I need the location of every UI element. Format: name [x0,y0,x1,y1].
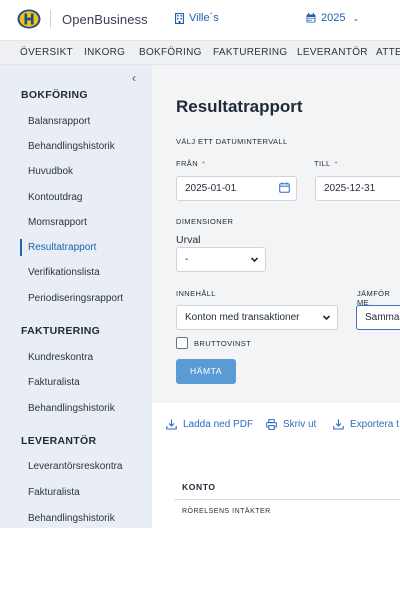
compare-select[interactable]: Samma [356,305,400,330]
sidebar-item-verifikationslista[interactable]: Verifikationslista [28,267,100,278]
sidebar-item-periodiseringsrapport[interactable]: Periodiseringsrapport [28,293,123,304]
sidebar-item-balansrapport[interactable]: Balansrapport [28,116,90,127]
urval-select[interactable]: - [176,247,266,272]
sidebar-item-momsrapport[interactable]: Momsrapport [28,217,87,228]
nav-item-oversikt[interactable]: ÖVERSIKT [20,47,73,58]
header-divider [50,10,51,28]
sidebar-item-behandlingshistorik-lev[interactable]: Behandlingshistorik [28,513,115,524]
to-label: TILL * [314,159,338,168]
sidebar-item-leverantorsreskontra[interactable]: Leverantörsreskontra [28,461,123,472]
year-selector[interactable]: 2025 ⌄ [306,12,359,24]
main-content: Resultatrapport VÄLJ ETT DATUMINTERVALL … [152,65,400,528]
report-form: Resultatrapport VÄLJ ETT DATUMINTERVALL … [152,65,400,397]
chevron-down-icon [322,315,331,321]
sidebar-section-fakturering: FAKTURERING [21,325,101,337]
sidebar-section-leverantor: LEVERANTÖR [21,435,97,447]
download-pdf-label: Ladda ned PDF [183,419,254,430]
to-date-value: 2025-12-31 [324,183,376,194]
export-link[interactable]: Exportera t [333,419,399,430]
nav-item-attest[interactable]: ATTES [376,47,400,58]
nav-item-fakturering[interactable]: FAKTURERING [213,47,287,58]
download-icon [166,419,177,430]
page-title: Resultatrapport [176,97,303,116]
collapse-sidebar-icon[interactable]: ‹ [132,71,136,85]
column-header-konto[interactable]: KONTO [182,482,216,492]
calendar-icon [306,13,316,23]
date-range-label: VÄLJ ETT DATUMINTERVALL [176,137,288,146]
fetch-button[interactable]: HÄMTA [176,359,236,384]
download-icon [333,419,344,430]
from-date-input[interactable]: 2025-01-01 [176,176,297,201]
from-date-value: 2025-01-01 [185,183,237,194]
sidebar-item-kundreskontra[interactable]: Kundreskontra [28,352,93,363]
print-label: Skriv ut [283,419,317,430]
download-pdf-link[interactable]: Ladda ned PDF [166,419,253,430]
sidebar-item-fakturalista-lev[interactable]: Fakturalista [28,487,80,498]
active-indicator [20,239,22,256]
chevron-down-icon: ⌄ [352,13,360,23]
sidebar-item-kontoutdrag[interactable]: Kontoutdrag [28,192,83,203]
sidebar-section-bokforing: BOKFÖRING [21,89,88,101]
sidebar-item-behandlingshistorik[interactable]: Behandlingshistorik [28,141,115,152]
year-value: 2025 [321,12,346,24]
chevron-down-icon [250,257,259,263]
urval-label: Urval [176,234,201,246]
urval-value: - [185,254,189,265]
brand-name: OpenBusiness [62,12,148,27]
building-icon [175,12,184,24]
nav-item-inkorg[interactable]: INKORG [84,47,125,58]
compare-value: Samma [365,312,400,323]
sidebar-item-resultatrapport[interactable]: Resultatrapport [28,242,96,253]
nav-item-leverantor[interactable]: LEVERANTÖR [297,47,368,58]
gross-profit-checkbox[interactable] [176,337,188,349]
sidebar-item-fakturalista[interactable]: Fakturalista [28,377,80,388]
app-window: OpenBusiness Ville´s 2025 ⌄ ÖVERSIKT INK… [0,0,400,528]
sidebar-item-huvudbok[interactable]: Huvudbok [28,166,73,177]
sidebar: ‹ BOKFÖRING Balansrapport Behandlingshis… [0,65,152,528]
gross-profit-label: BRUTTOVINST [194,339,252,348]
export-label: Exportera t [350,419,399,430]
nav-item-bokforing[interactable]: BOKFÖRING [139,47,202,58]
table-header: KONTO [174,474,400,500]
group-row-rorelsens-intakter: RÖRELSENS INTÄKTER [182,508,271,515]
to-date-input[interactable]: 2025-12-31 [315,176,400,201]
results-panel: Ladda ned PDF Skriv ut Exportera t KONTO… [152,403,400,528]
company-name: Ville´s [189,12,219,24]
app-header: OpenBusiness Ville´s 2025 ⌄ [0,0,400,40]
company-selector[interactable]: Ville´s [175,12,219,24]
content-label: INNEHÅLL [176,289,216,298]
calendar-icon[interactable] [279,182,290,193]
content-value: Konton med transaktioner [185,312,300,323]
logo-icon[interactable] [17,9,41,29]
print-link[interactable]: Skriv ut [266,419,316,430]
top-navigation: ÖVERSIKT INKORG BOKFÖRING FAKTURERING LE… [0,40,400,65]
sidebar-item-behandlingshistorik-faktura[interactable]: Behandlingshistorik [28,403,115,414]
dimensions-label: DIMENSIONER [176,217,234,226]
printer-icon [266,419,277,430]
from-label: FRÅN * [176,159,206,168]
content-select[interactable]: Konton med transaktioner [176,305,338,330]
